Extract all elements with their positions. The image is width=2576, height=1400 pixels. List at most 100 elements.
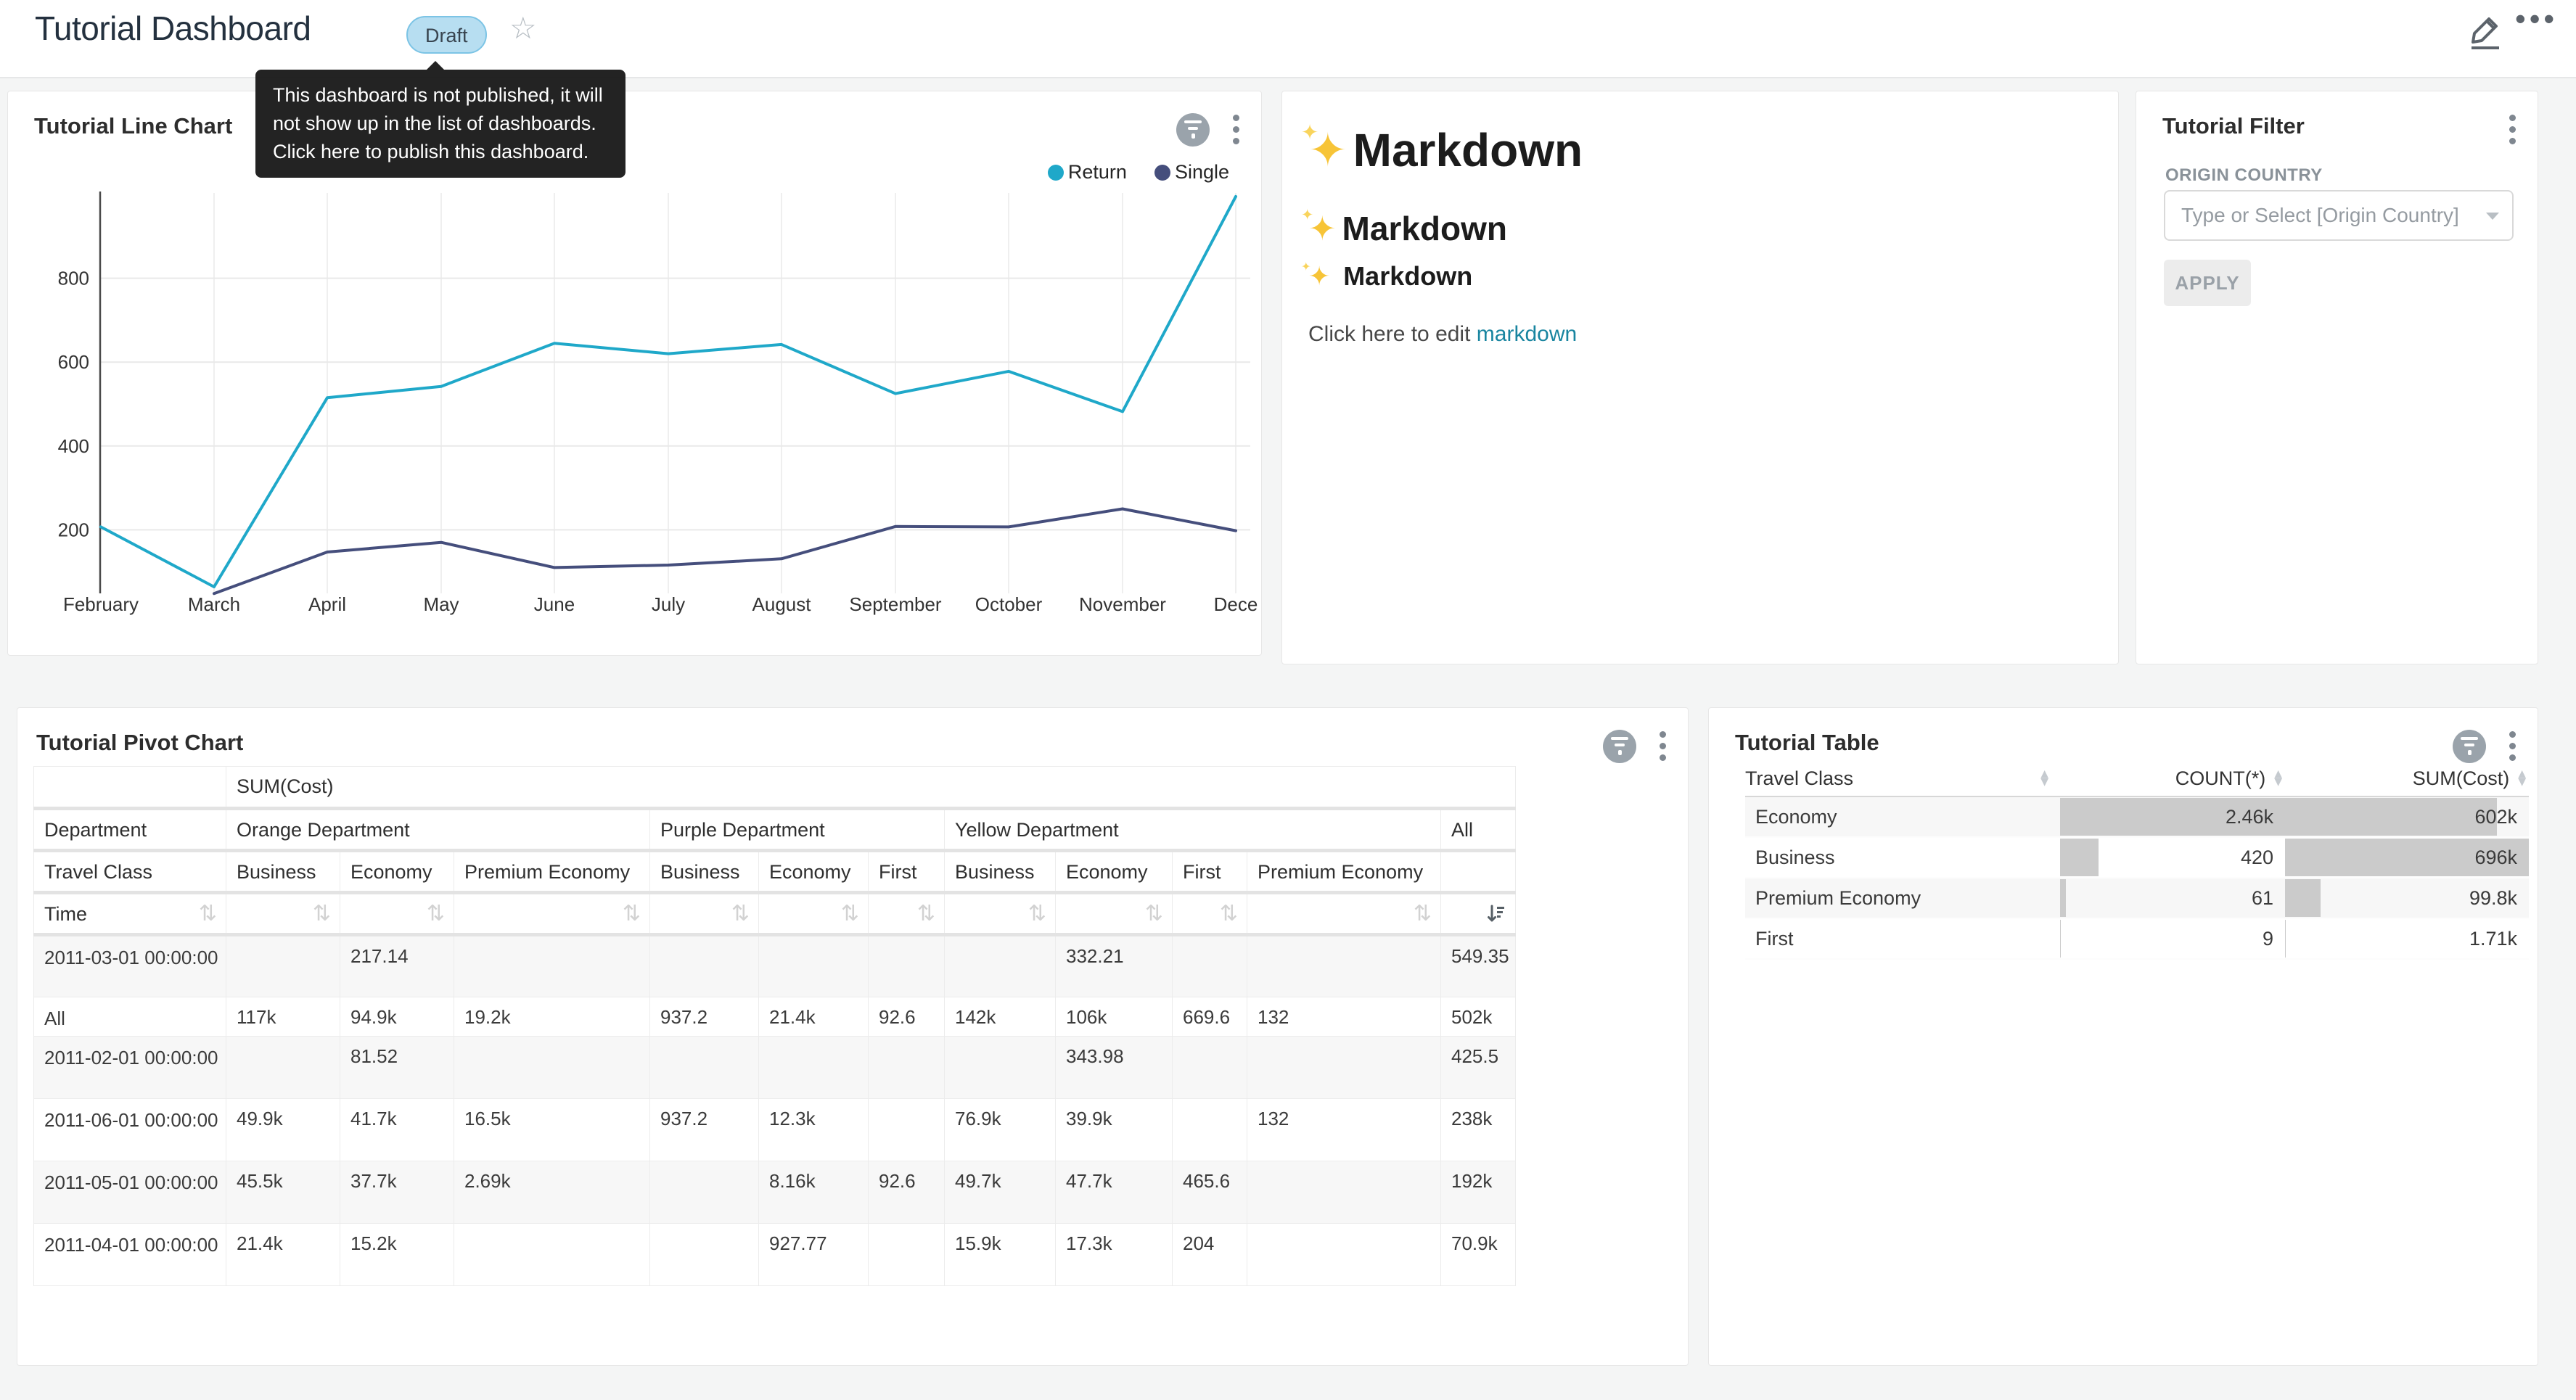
x-axis-label: September — [849, 593, 942, 615]
apply-button[interactable]: APPLY — [2164, 260, 2251, 306]
pivot-cell — [869, 1099, 945, 1161]
draft-badge[interactable]: Draft — [406, 16, 487, 54]
sort-icon[interactable]: ⇅ — [1145, 903, 1166, 925]
x-axis-label: November — [1079, 593, 1166, 615]
pivot-col-group: All — [1441, 809, 1516, 851]
sort-icon[interactable]: ⇅ — [917, 903, 938, 925]
table-header: Travel Class▲▼COUNT(*)▲▼SUM(Cost)▲▼ — [1745, 761, 2529, 797]
pivot-corner-cell — [34, 767, 226, 809]
pivot-cell: 39.9k — [1056, 1099, 1173, 1161]
pivot-cell — [650, 1037, 759, 1099]
sort-icon[interactable]: ⇅ — [1414, 903, 1435, 925]
pivot-sort-cell: ⇅ — [869, 893, 945, 935]
pivot-cell: 332.21 — [1056, 935, 1173, 997]
kebab-menu-icon[interactable] — [1657, 728, 1669, 764]
pivot-cell: 76.9k — [945, 1099, 1056, 1161]
origin-country-label: ORIGIN COUNTRY — [2165, 165, 2323, 186]
table-cell-travel-class: First — [1745, 919, 2060, 958]
select-placeholder: Type or Select [Origin Country] — [2181, 192, 2459, 239]
markdown-h2: ✦✦Markdown — [1308, 209, 1507, 248]
applied-filters-icon[interactable] — [1603, 730, 1636, 763]
pivot-cell: 132 — [1247, 997, 1441, 1037]
pivot-sort-cell: ⇅ — [945, 893, 1056, 935]
table-row[interactable]: Business420696k — [1745, 838, 2529, 878]
table-cell-travel-class: Premium Economy — [1745, 878, 2060, 918]
applied-filters-icon[interactable] — [2453, 730, 2486, 763]
table-row[interactable]: First91.71k — [1745, 919, 2529, 960]
table-cell-sum: 696k — [2285, 838, 2529, 877]
pivot-cell: 81.52 — [340, 1037, 454, 1099]
pivot-cell: 2.69k — [454, 1161, 650, 1224]
table-row[interactable]: Economy2.46k602k — [1745, 797, 2529, 838]
markdown-h3: ✦✦ Markdown — [1308, 261, 1472, 292]
pivot-sort-cell: ⇅ — [1056, 893, 1173, 935]
markdown-edit-link[interactable]: markdown — [1477, 322, 1577, 346]
x-axis-label: August — [752, 593, 812, 615]
table-row[interactable]: Premium Economy6199.8k — [1745, 878, 2529, 919]
y-axis-label: 600 — [58, 351, 89, 373]
pivot-cell: 12.3k — [759, 1099, 869, 1161]
pivot-cell: 49.7k — [945, 1161, 1056, 1224]
pivot-cell: 45.5k — [226, 1161, 340, 1224]
sort-icon: ▲▼ — [2274, 770, 2282, 786]
y-axis-label: 800 — [58, 268, 89, 289]
favorite-star-icon[interactable]: ☆ — [509, 10, 537, 46]
pivot-row: 2011-03-01 00:00:00217.14332.21549.35 — [34, 935, 1516, 997]
sort-icon[interactable]: ⇅ — [1028, 903, 1049, 925]
pivot-cell — [1247, 1224, 1441, 1286]
edit-dashboard-button[interactable] — [2464, 9, 2505, 52]
sort-icon[interactable]: ⇅ — [841, 903, 862, 925]
pivot-row: 2011-05-01 00:00:0045.5k37.7k2.69k8.16k9… — [34, 1161, 1516, 1224]
sort-icon: ▲▼ — [2040, 770, 2048, 786]
top-bar: Tutorial Dashboard Draft ☆ ••• — [0, 0, 2576, 78]
pivot-col-group: Yellow Department — [945, 809, 1441, 851]
kebab-menu-icon[interactable] — [2506, 112, 2519, 147]
pivot-chart-title: Tutorial Pivot Chart — [36, 730, 243, 756]
sort-icon[interactable]: ⇅ — [623, 903, 644, 925]
chevron-down-icon — [2486, 213, 2499, 220]
pivot-cell — [945, 1037, 1056, 1099]
pivot-sort-cell: ⇅ — [1247, 893, 1441, 935]
pivot-row: 2011-04-01 00:00:0021.4k15.2k927.7715.9k… — [34, 1224, 1516, 1286]
line-chart-card: Tutorial Line Chart ReturnSingle 2004006… — [7, 91, 1262, 656]
kebab-menu-icon[interactable] — [2506, 728, 2519, 764]
table-header-sum[interactable]: SUM(Cost)▲▼ — [2285, 767, 2529, 790]
sort-icon[interactable]: ⇅ — [427, 903, 448, 925]
x-axis-label: June — [534, 593, 575, 615]
pivot-cell: 132 — [1247, 1099, 1441, 1161]
sort-icon[interactable]: ⇅ — [731, 903, 752, 925]
markdown-card[interactable]: ✦✦Markdown ✦✦Markdown ✦✦ Markdown Click … — [1281, 91, 2119, 664]
publish-tooltip: This dashboard is not published, it will… — [255, 70, 625, 178]
kebab-menu-icon[interactable] — [1230, 112, 1242, 147]
more-options-button[interactable]: ••• — [2515, 1, 2558, 36]
pivot-cell — [454, 1224, 650, 1286]
pivot-col-header: Economy — [1056, 851, 1173, 893]
pivot-cell: 16.5k — [454, 1099, 650, 1161]
pivot-cell: 192k — [1441, 1161, 1516, 1224]
pivot-cell: 21.4k — [226, 1224, 340, 1286]
pivot-cell: 425.5 — [1441, 1037, 1516, 1099]
pivot-sort-cell: ⇅ — [1173, 893, 1247, 935]
pivot-col-header: First — [869, 851, 945, 893]
pivot-row-header: 2011-03-01 00:00:00 — [34, 935, 226, 997]
cell-bar — [2285, 879, 2321, 917]
pivot-cell — [1173, 1037, 1247, 1099]
pivot-row: All117k94.9k19.2k937.221.4k92.6142k106k6… — [34, 997, 1516, 1037]
y-axis-label: 200 — [58, 519, 89, 540]
sort-icon[interactable]: ⇅ — [199, 903, 220, 925]
sort-icon[interactable]: ⇅ — [1220, 903, 1241, 925]
pivot-cell: 8.16k — [759, 1161, 869, 1224]
origin-country-select[interactable]: Type or Select [Origin Country] — [2164, 190, 2514, 241]
sort-desc-icon[interactable] — [1486, 903, 1509, 925]
table-header-count[interactable]: COUNT(*)▲▼ — [2060, 767, 2285, 790]
table-cell-sum: 99.8k — [2285, 878, 2529, 918]
pivot-col-header: Premium Economy — [1247, 851, 1441, 893]
pivot-cell — [1247, 1161, 1441, 1224]
sort-icon[interactable]: ⇅ — [313, 903, 334, 925]
sparkles-icon: ✦✦ — [1308, 209, 1337, 248]
pivot-col-header: Premium Economy — [454, 851, 650, 893]
pivot-cell — [454, 935, 650, 997]
pivot-cell — [1247, 1037, 1441, 1099]
applied-filters-icon[interactable] — [1176, 113, 1210, 147]
table-header-travel-class[interactable]: Travel Class▲▼ — [1745, 767, 2060, 790]
